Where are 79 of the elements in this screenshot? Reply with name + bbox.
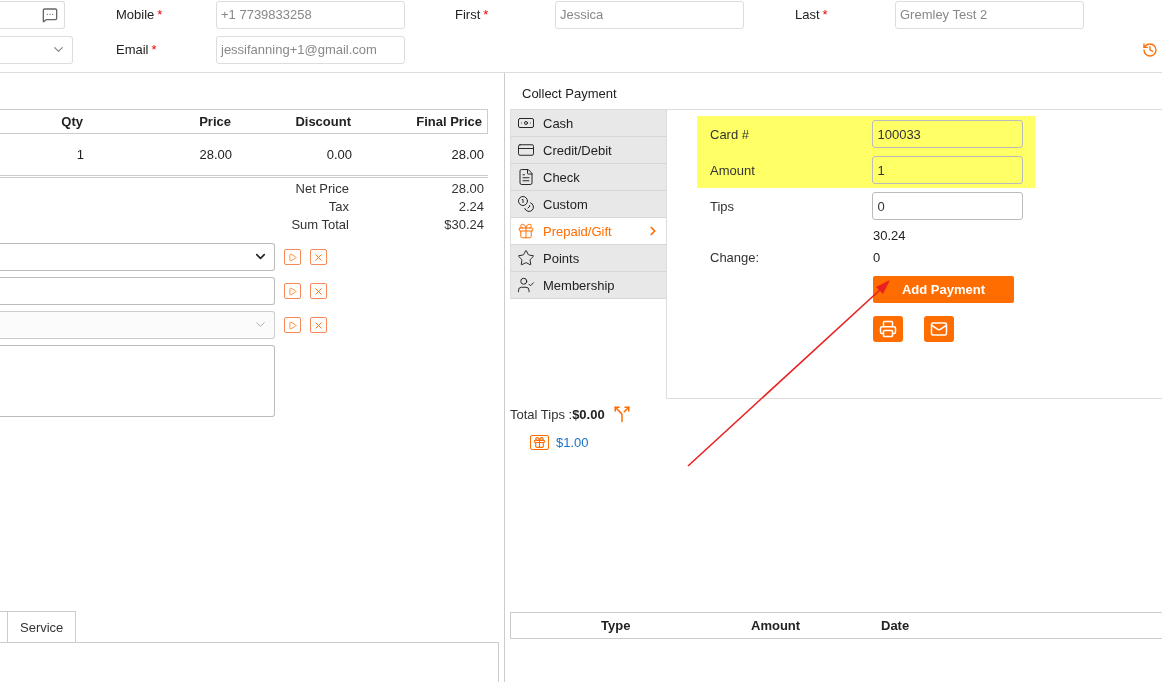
play-icon <box>288 252 297 262</box>
table-cell-text: 1 <box>75 147 85 162</box>
split-icon[interactable] <box>612 405 631 423</box>
summary-label: Tax <box>327 199 349 215</box>
text-field[interactable] <box>0 277 275 305</box>
play-icon <box>288 286 297 296</box>
required-marker: * <box>822 7 828 22</box>
summary-label: Net Price <box>294 181 349 197</box>
table-cell-text: 28.00 <box>198 147 233 162</box>
table-cell-text: 0.00 <box>325 147 353 162</box>
payment-method-tab[interactable]: Cash <box>511 110 666 137</box>
summary-value: 2.24 <box>457 199 484 215</box>
text-area[interactable] <box>0 345 275 417</box>
history-icon[interactable] <box>1142 41 1158 58</box>
text-field[interactable]: Gremley Test 2 <box>895 0 1084 29</box>
text-field[interactable]: 100033 <box>872 120 1023 148</box>
payment-method-tab[interactable]: Membership <box>511 272 666 299</box>
method-icon <box>517 195 535 213</box>
payment-method-tab[interactable]: Points <box>511 245 666 272</box>
method-icon <box>517 222 535 240</box>
summary-value: 28.00 <box>450 181 484 197</box>
delete-button[interactable] <box>310 283 327 299</box>
field-label: First * <box>455 7 490 22</box>
field-label: Last * <box>795 7 829 22</box>
total-value: 30.24 <box>873 227 906 243</box>
payment-method-tab[interactable]: Credit/Debit <box>511 137 666 164</box>
mail-icon <box>930 320 948 338</box>
text-field[interactable]: 0 <box>872 192 1023 220</box>
required-marker: * <box>157 7 163 22</box>
text-field[interactable]: jessifanning+1@gmail.com <box>216 35 405 64</box>
message-icon <box>42 6 58 23</box>
field-label: Tips <box>710 198 736 214</box>
tab-edge[interactable] <box>0 611 8 642</box>
tab[interactable]: Service <box>8 611 77 642</box>
printer-icon <box>879 320 897 338</box>
column-header: Discount <box>294 114 352 129</box>
print-button[interactable] <box>873 316 903 342</box>
play-button[interactable] <box>284 317 301 333</box>
dropdown[interactable] <box>0 35 73 64</box>
payment-amount[interactable]: $1.00 <box>556 434 589 450</box>
summary-label: Sum Total <box>290 217 349 233</box>
field-label: Mobile * <box>116 7 164 22</box>
column-header: Type <box>600 618 632 633</box>
field-label: Card # <box>710 126 751 142</box>
dropdown[interactable] <box>0 243 275 271</box>
column-header: Final Price <box>415 114 483 129</box>
method-icon <box>517 168 535 186</box>
payment-method-tab[interactable]: Check <box>511 164 666 191</box>
column-header: Qty <box>60 114 84 129</box>
total-tips: Total Tips :$0.00 <box>510 406 605 422</box>
text-field[interactable]: 1 <box>872 156 1023 184</box>
required-marker: * <box>483 7 489 22</box>
table-cell-text: 28.00 <box>450 147 485 162</box>
delete-button[interactable] <box>310 249 327 265</box>
method-icon <box>517 276 535 294</box>
play-icon <box>288 320 297 330</box>
column-header: Price <box>198 114 232 129</box>
text-field[interactable]: Jessica <box>555 0 744 29</box>
column-header: Date <box>881 618 911 633</box>
play-button[interactable] <box>284 283 301 299</box>
column-header: Amount <box>751 618 802 633</box>
close-icon <box>313 285 324 297</box>
field-label: Amount <box>710 162 756 178</box>
close-icon <box>313 251 324 263</box>
email-button[interactable] <box>924 316 954 342</box>
required-marker: * <box>151 42 157 57</box>
delete-button[interactable] <box>310 317 327 333</box>
play-button[interactable] <box>284 249 301 265</box>
payment-method-tab[interactable]: Custom <box>511 191 666 218</box>
close-icon <box>313 319 324 331</box>
field-label: Email * <box>116 42 158 57</box>
summary-value: $30.24 <box>443 217 484 233</box>
field-label: Change: <box>710 249 761 265</box>
text-field[interactable]: +1 7739833258 <box>216 0 405 29</box>
dropdown[interactable] <box>0 311 275 339</box>
change-value: 0 <box>873 249 881 265</box>
text-field[interactable] <box>0 0 65 29</box>
method-icon <box>517 249 535 267</box>
method-icon <box>517 141 535 159</box>
